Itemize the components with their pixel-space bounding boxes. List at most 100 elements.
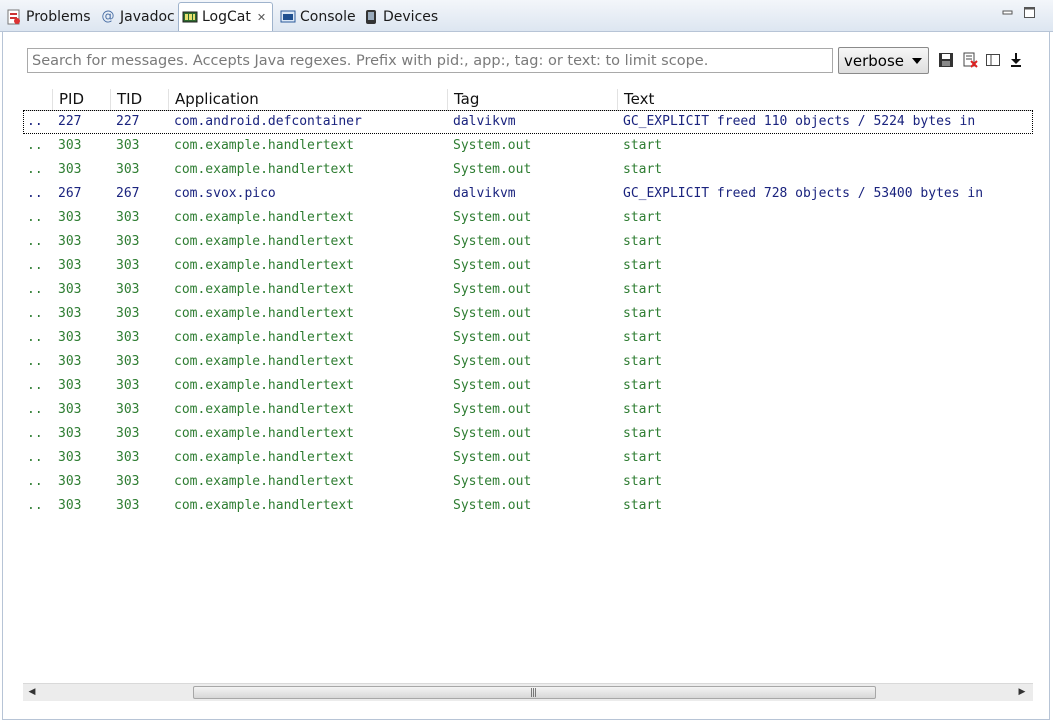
application-cell: com.example.handlertext xyxy=(174,258,355,273)
pid-cell: 303 xyxy=(58,258,82,273)
tag-cell: System.out xyxy=(453,210,532,225)
pid-cell: 303 xyxy=(58,378,82,393)
log-level-cell: .. xyxy=(27,114,43,129)
table-row[interactable]: .. 303 303 com.example.handlertext System.ou… xyxy=(23,350,1033,374)
text-cell: start xyxy=(623,354,663,369)
save-icon[interactable] xyxy=(938,52,954,68)
table-row[interactable]: .. 303 303 com.example.handlertext System.ou… xyxy=(23,230,1033,254)
tab-console[interactable]: Console xyxy=(280,3,356,30)
column-header-tid[interactable]: TID xyxy=(110,89,168,110)
tid-cell: 303 xyxy=(116,162,140,177)
tag-cell: dalvikvm xyxy=(453,114,516,129)
close-icon[interactable]: ✕ xyxy=(257,11,266,24)
log-level-select[interactable]: verbose xyxy=(838,47,929,74)
table-row[interactable]: .. 303 303 com.example.handlertext System.ou… xyxy=(23,134,1033,158)
table-row[interactable]: .. 303 303 com.example.handlertext System.ou… xyxy=(23,302,1033,326)
tid-cell: 303 xyxy=(116,426,140,441)
tab-javadoc[interactable]: @ Javadoc xyxy=(100,3,175,30)
pid-cell: 303 xyxy=(58,138,82,153)
pid-cell: 303 xyxy=(58,282,82,297)
application-cell: com.example.handlertext xyxy=(174,138,355,153)
horizontal-scrollbar[interactable]: ◀ ||| ▶ xyxy=(23,683,1033,701)
log-level-cell: .. xyxy=(27,354,43,369)
log-level-cell: .. xyxy=(27,450,43,465)
log-level-cell: .. xyxy=(27,426,43,441)
tab-label: Devices xyxy=(383,8,439,25)
column-header-application[interactable]: Application xyxy=(168,89,447,110)
logcat-icon xyxy=(182,9,198,25)
chevron-down-icon xyxy=(912,58,922,64)
tag-cell: System.out xyxy=(453,378,532,393)
search-input[interactable] xyxy=(27,48,833,73)
text-cell: start xyxy=(623,330,663,345)
table-row[interactable]: .. 303 303 com.example.handlertext System.ou… xyxy=(23,158,1033,182)
column-header-text[interactable]: Text xyxy=(617,89,1033,110)
table-row[interactable]: .. 303 303 com.example.handlertext System.ou… xyxy=(23,422,1033,446)
pid-cell: 303 xyxy=(58,450,82,465)
table-row[interactable]: .. 227 227 com.android.defcontainer dalvikvm… xyxy=(23,110,1033,134)
pid-cell: 303 xyxy=(58,210,82,225)
minimize-icon[interactable] xyxy=(1002,6,1013,17)
application-cell: com.android.defcontainer xyxy=(174,114,362,129)
tag-cell: dalvikvm xyxy=(453,186,516,201)
table-row[interactable]: .. 267 267 com.svox.pico dalvikvm GC_EXPLICIT… xyxy=(23,182,1033,206)
tid-cell: 303 xyxy=(116,354,140,369)
table-row[interactable]: .. 303 303 com.example.handlertext System.ou… xyxy=(23,254,1033,278)
text-cell: start xyxy=(623,258,663,273)
text-cell: start xyxy=(623,474,663,489)
tid-cell: 303 xyxy=(116,378,140,393)
scrollbar-thumb[interactable]: ||| xyxy=(193,686,876,699)
table-row[interactable]: .. 303 303 com.example.handlertext System.ou… xyxy=(23,398,1033,422)
application-cell: com.example.handlertext xyxy=(174,162,355,177)
table-header: PID TID Application Tag Text xyxy=(23,89,1033,111)
pid-cell: 303 xyxy=(58,354,82,369)
table-row[interactable]: .. 303 303 com.example.handlertext System.ou… xyxy=(23,326,1033,350)
application-cell: com.example.handlertext xyxy=(174,282,355,297)
console-icon xyxy=(280,9,296,25)
scroll-lock-icon[interactable] xyxy=(1008,52,1024,68)
text-cell: start xyxy=(623,210,663,225)
log-level-cell: .. xyxy=(27,282,43,297)
log-level-cell: .. xyxy=(27,210,43,225)
column-header-level[interactable] xyxy=(23,89,52,110)
scroll-left-icon[interactable]: ◀ xyxy=(25,686,39,699)
table-row[interactable]: .. 303 303 com.example.handlertext System.ou… xyxy=(23,278,1033,302)
text-cell: start xyxy=(623,450,663,465)
tab-problems[interactable]: Problems xyxy=(6,3,91,30)
maximize-icon[interactable] xyxy=(1024,6,1035,18)
text-cell: start xyxy=(623,306,663,321)
application-cell: com.example.handlertext xyxy=(174,474,355,489)
pid-cell: 303 xyxy=(58,498,82,513)
table-row[interactable]: .. 303 303 com.example.handlertext System.ou… xyxy=(23,446,1033,470)
log-level-cell: .. xyxy=(27,258,43,273)
table-row[interactable]: .. 303 303 com.example.handlertext System.ou… xyxy=(23,206,1033,230)
clear-log-icon[interactable] xyxy=(962,52,978,68)
tag-cell: System.out xyxy=(453,138,532,153)
table-row[interactable]: .. 303 303 com.example.handlertext System.ou… xyxy=(23,494,1033,518)
column-header-tag[interactable]: Tag xyxy=(447,89,617,110)
application-cell: com.example.handlertext xyxy=(174,378,355,393)
column-header-pid[interactable]: PID xyxy=(52,89,110,110)
log-level-value: verbose xyxy=(844,51,905,70)
toggle-pane-icon[interactable] xyxy=(985,52,1001,68)
tab-label: Javadoc xyxy=(120,8,175,25)
text-cell: start xyxy=(623,234,663,249)
table-row[interactable]: .. 303 303 com.example.handlertext System.ou… xyxy=(23,470,1033,494)
log-level-cell: .. xyxy=(27,330,43,345)
log-level-cell: .. xyxy=(27,306,43,321)
application-cell: com.example.handlertext xyxy=(174,330,355,345)
table-row[interactable]: .. 303 303 com.example.handlertext System.ou… xyxy=(23,374,1033,398)
tid-cell: 303 xyxy=(116,210,140,225)
text-cell: start xyxy=(623,402,663,417)
tag-cell: System.out xyxy=(453,234,532,249)
text-cell: start xyxy=(623,138,663,153)
tab-label: LogCat xyxy=(202,9,251,25)
tab-logcat[interactable]: LogCat ✕ xyxy=(178,2,273,31)
tab-devices[interactable]: Devices xyxy=(363,3,438,30)
log-level-cell: .. xyxy=(27,378,43,393)
tag-cell: System.out xyxy=(453,258,532,273)
problems-icon xyxy=(6,9,22,25)
scroll-right-icon[interactable]: ▶ xyxy=(1015,686,1029,699)
application-cell: com.example.handlertext xyxy=(174,354,355,369)
tab-label: Console xyxy=(300,8,356,25)
